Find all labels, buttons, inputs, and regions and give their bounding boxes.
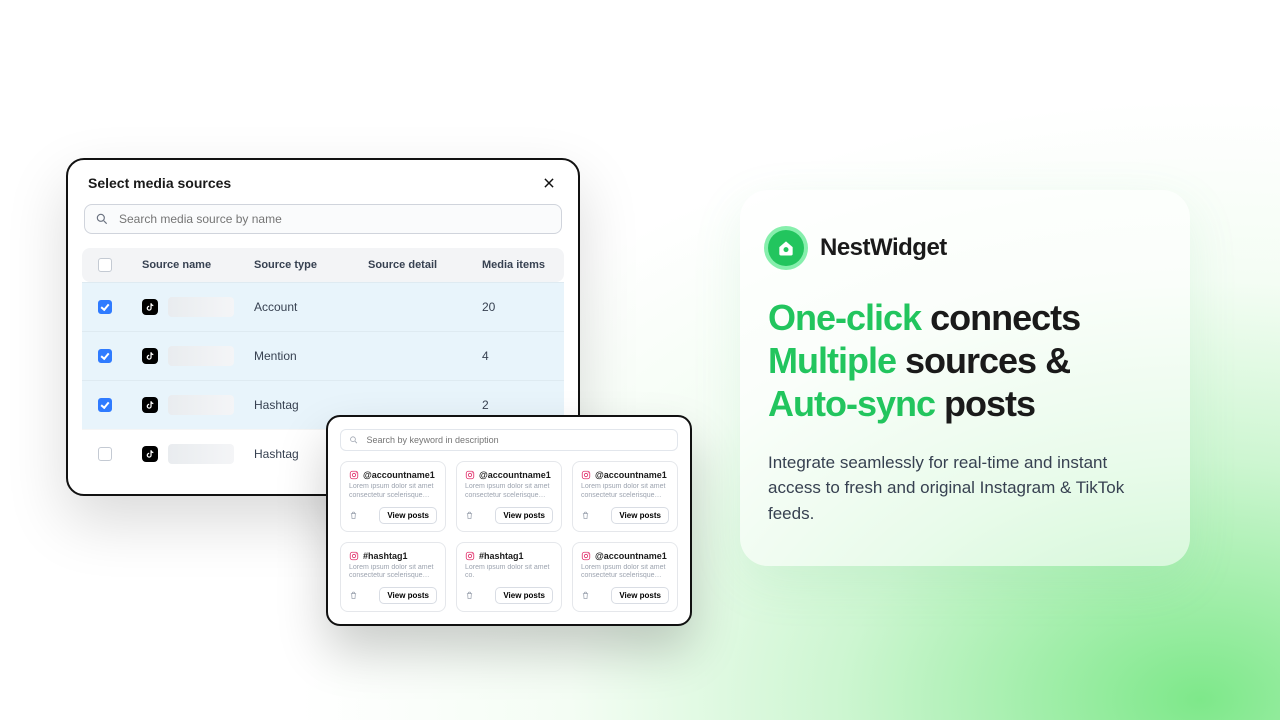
card-desc: Lorem ipsum dolor sit amet consectetur s… [581, 564, 669, 582]
instagram-icon [349, 551, 359, 561]
cell-source-type: Hashtag [254, 398, 368, 412]
redacted-name [168, 346, 234, 366]
card-desc: Lorem ipsum dolor sit amet co. [465, 564, 553, 582]
table-row[interactable]: Account20 [82, 282, 564, 331]
cell-source-type: Account [254, 300, 368, 314]
redacted-name [168, 297, 234, 317]
view-posts-button[interactable]: View posts [611, 507, 669, 524]
search-icon [349, 435, 359, 445]
trash-icon[interactable] [465, 511, 474, 520]
cell-source-name [142, 346, 254, 366]
instagram-icon [349, 470, 359, 480]
modal-search[interactable] [84, 204, 562, 234]
modal-search-input[interactable] [117, 211, 551, 227]
post-card: @accountname1 Lorem ipsum dolor sit amet … [572, 461, 678, 532]
cell-media-items: 4 [482, 349, 582, 363]
posts-panel: @accountname1 Lorem ipsum dolor sit amet … [326, 415, 692, 626]
card-name: @accountname1 [595, 551, 667, 561]
tiktok-icon [142, 299, 158, 315]
table-row[interactable]: Mention4 [82, 331, 564, 380]
card-name: @accountname1 [363, 470, 435, 480]
card-name: #hashtag1 [479, 551, 524, 561]
instagram-icon [465, 470, 475, 480]
row-checkbox[interactable] [98, 447, 112, 461]
col-media-items: Media items [482, 259, 582, 271]
post-card: #hashtag1 Lorem ipsum dolor sit amet co. V… [456, 542, 562, 613]
table-header: Source name Source type Source detail Me… [82, 248, 564, 282]
brand-logo-icon [768, 230, 804, 266]
post-card: @accountname1 Lorem ipsum dolor sit amet … [456, 461, 562, 532]
cell-source-name [142, 297, 254, 317]
card-desc: Lorem ipsum dolor sit amet consectetur s… [465, 483, 553, 501]
headline: One-click connects Multiple sources & Au… [768, 296, 1162, 426]
cell-media-items: 2 [482, 398, 582, 412]
tiktok-icon [142, 397, 158, 413]
posts-search-input[interactable] [365, 434, 669, 446]
brand: NestWidget [768, 230, 1162, 266]
close-icon[interactable] [540, 174, 558, 192]
card-name: #hashtag1 [363, 551, 408, 561]
row-checkbox[interactable] [98, 349, 112, 363]
trash-icon[interactable] [465, 591, 474, 600]
view-posts-button[interactable]: View posts [611, 587, 669, 604]
post-card: @accountname1 Lorem ipsum dolor sit amet … [340, 461, 446, 532]
view-posts-button[interactable]: View posts [495, 587, 553, 604]
marketing-panel: NestWidget One-click connects Multiple s… [740, 190, 1190, 566]
view-posts-button[interactable]: View posts [379, 587, 437, 604]
col-source-type: Source type [254, 259, 368, 271]
card-desc: Lorem ipsum dolor sit amet consectetur s… [349, 483, 437, 501]
select-all-checkbox[interactable] [98, 258, 112, 272]
col-source-detail: Source detail [368, 259, 482, 271]
row-checkbox[interactable] [98, 300, 112, 314]
trash-icon[interactable] [581, 511, 590, 520]
instagram-icon [465, 551, 475, 561]
search-icon [95, 212, 109, 226]
cell-source-name [142, 395, 254, 415]
card-name: @accountname1 [479, 470, 551, 480]
trash-icon[interactable] [349, 511, 358, 520]
redacted-name [168, 395, 234, 415]
card-desc: Lorem ipsum dolor sit amet consectetur s… [581, 483, 669, 501]
cell-source-name [142, 444, 254, 464]
cell-source-type: Mention [254, 349, 368, 363]
post-card: #hashtag1 Lorem ipsum dolor sit amet cons… [340, 542, 446, 613]
posts-search[interactable] [340, 429, 678, 451]
redacted-name [168, 444, 234, 464]
card-name: @accountname1 [595, 470, 667, 480]
view-posts-button[interactable]: View posts [495, 507, 553, 524]
instagram-icon [581, 470, 591, 480]
instagram-icon [581, 551, 591, 561]
col-source-name: Source name [142, 259, 254, 271]
view-posts-button[interactable]: View posts [379, 507, 437, 524]
trash-icon[interactable] [581, 591, 590, 600]
subcopy: Integrate seamlessly for real-time and i… [768, 450, 1162, 527]
cell-media-items: 20 [482, 300, 582, 314]
post-card: @accountname1 Lorem ipsum dolor sit amet … [572, 542, 678, 613]
trash-icon[interactable] [349, 591, 358, 600]
tiktok-icon [142, 348, 158, 364]
card-desc: Lorem ipsum dolor sit amet consectetur s… [349, 564, 437, 582]
tiktok-icon [142, 446, 158, 462]
row-checkbox[interactable] [98, 398, 112, 412]
modal-title: Select media sources [88, 175, 231, 191]
brand-name: NestWidget [820, 234, 947, 262]
